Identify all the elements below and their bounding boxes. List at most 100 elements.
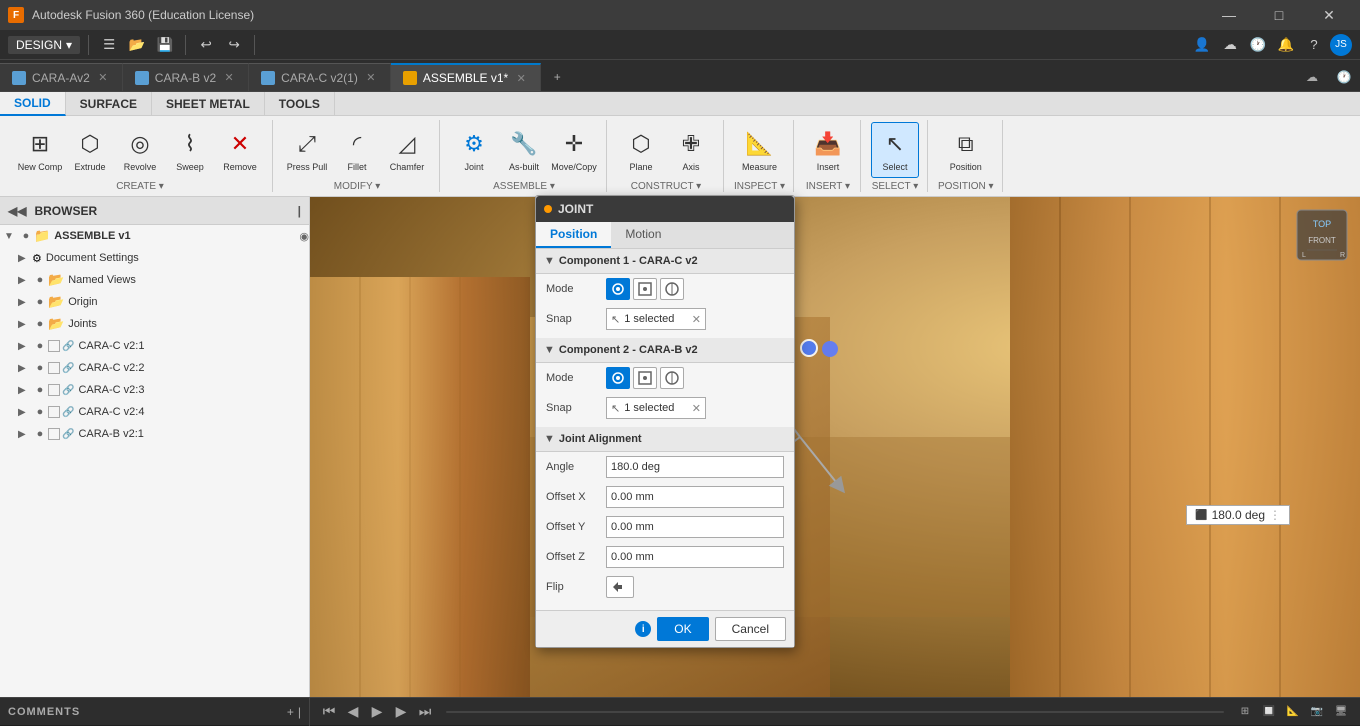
- position-btn[interactable]: ⧉ Position: [942, 122, 990, 178]
- tree-eye-cara-b1[interactable]: ●: [32, 428, 48, 440]
- tree-item-cara-c-v2-2[interactable]: ▶ ● 🔗 CARA-C v2:2: [0, 357, 309, 379]
- tree-eye-cara-c4[interactable]: ●: [32, 406, 48, 418]
- snap-btn[interactable]: 🔲: [1258, 701, 1280, 723]
- ribbon-tab-solid[interactable]: SOLID: [0, 92, 66, 116]
- tree-item-origin[interactable]: ▶ ● 📂 Origin: [0, 291, 309, 313]
- joint-btn[interactable]: ⚙ Joint: [450, 122, 498, 178]
- tab-close-cara-bv2[interactable]: ✕: [222, 71, 236, 85]
- joint-dialog-header[interactable]: JOINT: [536, 196, 794, 222]
- undo-button[interactable]: ↩: [194, 33, 218, 57]
- section2-snap-clear[interactable]: ✕: [692, 402, 701, 415]
- fillet-btn[interactable]: ◜ Fillet: [333, 122, 381, 178]
- save-button[interactable]: 💾: [153, 33, 177, 57]
- section-header-comp2[interactable]: ▼ Component 2 - CARA-B v2: [536, 338, 794, 363]
- comments-collapse-btn[interactable]: |: [298, 705, 301, 719]
- timeline-bar[interactable]: [446, 711, 1224, 713]
- tab-cloud-button[interactable]: ☁: [1296, 63, 1328, 91]
- measure-bottom-btn[interactable]: 📐: [1282, 701, 1304, 723]
- tree-visibility-btn[interactable]: ◉: [299, 230, 309, 243]
- sweep-btn[interactable]: ⌇ Sweep: [166, 122, 214, 178]
- display-btn[interactable]: 🖥: [1330, 701, 1352, 723]
- section2-mode-btn-1[interactable]: [606, 367, 630, 389]
- axis-btn[interactable]: ✙ Axis: [667, 122, 715, 178]
- tab-cara-av2[interactable]: CARA-Av2 ✕: [0, 63, 123, 91]
- section1-snap-field[interactable]: ↖ 1 selected ✕: [606, 308, 706, 330]
- insert-btn[interactable]: 📥 Insert: [804, 122, 852, 178]
- extrude-btn[interactable]: ⬡ Extrude: [66, 122, 114, 178]
- tab-close-cara-cv21[interactable]: ✕: [364, 71, 378, 85]
- open-button[interactable]: 📂: [125, 33, 149, 57]
- grid-btn[interactable]: ⊞: [1234, 701, 1256, 723]
- camera-btn[interactable]: 📷: [1306, 701, 1328, 723]
- tree-eye-joints[interactable]: ●: [32, 318, 48, 330]
- section1-mode-btn-2[interactable]: [633, 278, 657, 300]
- section2-snap-field[interactable]: ↖ 1 selected ✕: [606, 397, 706, 419]
- press-pull-btn[interactable]: ⤢ Press Pull: [283, 122, 331, 178]
- section-header-alignment[interactable]: ▼ Joint Alignment: [536, 427, 794, 452]
- ribbon-tab-tools[interactable]: TOOLS: [265, 92, 335, 116]
- dialog-info-icon[interactable]: i: [635, 621, 651, 637]
- notifications-button[interactable]: 🔔: [1274, 33, 1298, 57]
- tree-eye-origin[interactable]: ●: [32, 296, 48, 308]
- alignment-flip-btn[interactable]: [606, 576, 634, 598]
- viewport[interactable]: ⬛ 180.0 deg ⋮ TOP FRONT L R: [310, 197, 1360, 697]
- section1-snap-clear[interactable]: ✕: [692, 313, 701, 326]
- angle-display-more[interactable]: ⋮: [1269, 508, 1281, 522]
- tree-eye-named-views[interactable]: ●: [32, 274, 48, 286]
- tree-item-cara-c-v2-3[interactable]: ▶ ● 🔗 CARA-C v2:3: [0, 379, 309, 401]
- account-button[interactable]: 👤: [1190, 33, 1214, 57]
- alignment-offsetz-input[interactable]: [606, 546, 784, 568]
- playback-prev-btn[interactable]: ◀: [342, 701, 364, 723]
- tab-cara-cv21[interactable]: CARA-C v2(1) ✕: [249, 63, 391, 91]
- ribbon-tab-sheet-metal[interactable]: SHEET METAL: [152, 92, 265, 116]
- section2-mode-btn-2[interactable]: [633, 367, 657, 389]
- tree-item-assemble-root[interactable]: ▼ ● 📁 ASSEMBLE v1 ◉: [0, 225, 309, 247]
- new-button[interactable]: ☰: [97, 33, 121, 57]
- minimize-button[interactable]: —: [1206, 0, 1252, 30]
- alignment-offsetx-input[interactable]: [606, 486, 784, 508]
- browser-collapse-icon[interactable]: ◀◀: [8, 204, 26, 218]
- section-header-comp1[interactable]: ▼ Component 1 - CARA-C v2: [536, 249, 794, 274]
- tree-eye-root[interactable]: ●: [18, 230, 34, 242]
- close-button[interactable]: ✕: [1306, 0, 1352, 30]
- move-copy-btn[interactable]: ✛ Move/Copy: [550, 122, 598, 178]
- dialog-cancel-button[interactable]: Cancel: [715, 617, 786, 641]
- updates-button[interactable]: 🕐: [1246, 33, 1270, 57]
- tab-cara-bv2[interactable]: CARA-B v2 ✕: [123, 63, 249, 91]
- playback-play-btn[interactable]: ▶: [366, 701, 388, 723]
- playback-last-btn[interactable]: ⏭: [414, 701, 436, 723]
- chamfer-btn[interactable]: ◿ Chamfer: [383, 122, 431, 178]
- ribbon-tab-surface[interactable]: SURFACE: [66, 92, 152, 116]
- browser-expand-icon[interactable]: |: [298, 204, 301, 218]
- section2-mode-btn-3[interactable]: [660, 367, 684, 389]
- tab-assemble-v1[interactable]: ASSEMBLE v1* ✕: [391, 63, 541, 91]
- tab-add-button[interactable]: +: [541, 63, 573, 91]
- dialog-tab-position[interactable]: Position: [536, 222, 611, 248]
- comments-add-btn[interactable]: +: [287, 705, 294, 719]
- playback-next-btn[interactable]: ▶: [390, 701, 412, 723]
- tree-eye-cara-c3[interactable]: ●: [32, 384, 48, 396]
- redo-button[interactable]: ↪: [222, 33, 246, 57]
- measure-btn[interactable]: 📐 Measure: [735, 122, 783, 178]
- cloud-button[interactable]: ☁: [1218, 33, 1242, 57]
- tree-item-cara-c-v2-1[interactable]: ▶ ● 🔗 CARA-C v2:1: [0, 335, 309, 357]
- tree-item-cara-b-v2-1[interactable]: ▶ ● 🔗 CARA-B v2:1: [0, 423, 309, 445]
- as-built-joint-btn[interactable]: 🔧 As-built: [500, 122, 548, 178]
- alignment-angle-input[interactable]: [606, 456, 784, 478]
- design-dropdown[interactable]: DESIGN ▾: [8, 36, 80, 54]
- dialog-tab-motion[interactable]: Motion: [611, 222, 675, 248]
- titlebar-controls[interactable]: — □ ✕: [1206, 0, 1352, 30]
- tab-close-assemble-v1[interactable]: ✕: [514, 71, 528, 85]
- tab-close-cara-av2[interactable]: ✕: [96, 71, 110, 85]
- tree-item-joints[interactable]: ▶ ● 📂 Joints: [0, 313, 309, 335]
- tree-item-doc-settings[interactable]: ▶ ⚙ Document Settings: [0, 247, 309, 269]
- section1-mode-btn-3[interactable]: [660, 278, 684, 300]
- help-button[interactable]: ?: [1302, 33, 1326, 57]
- dialog-ok-button[interactable]: OK: [657, 617, 708, 641]
- view-cube[interactable]: TOP FRONT L R: [1292, 205, 1352, 265]
- section1-mode-btn-1[interactable]: [606, 278, 630, 300]
- tree-item-named-views[interactable]: ▶ ● 📂 Named Views: [0, 269, 309, 291]
- tree-eye-cara-c2[interactable]: ●: [32, 362, 48, 374]
- maximize-button[interactable]: □: [1256, 0, 1302, 30]
- user-button[interactable]: JS: [1330, 34, 1352, 56]
